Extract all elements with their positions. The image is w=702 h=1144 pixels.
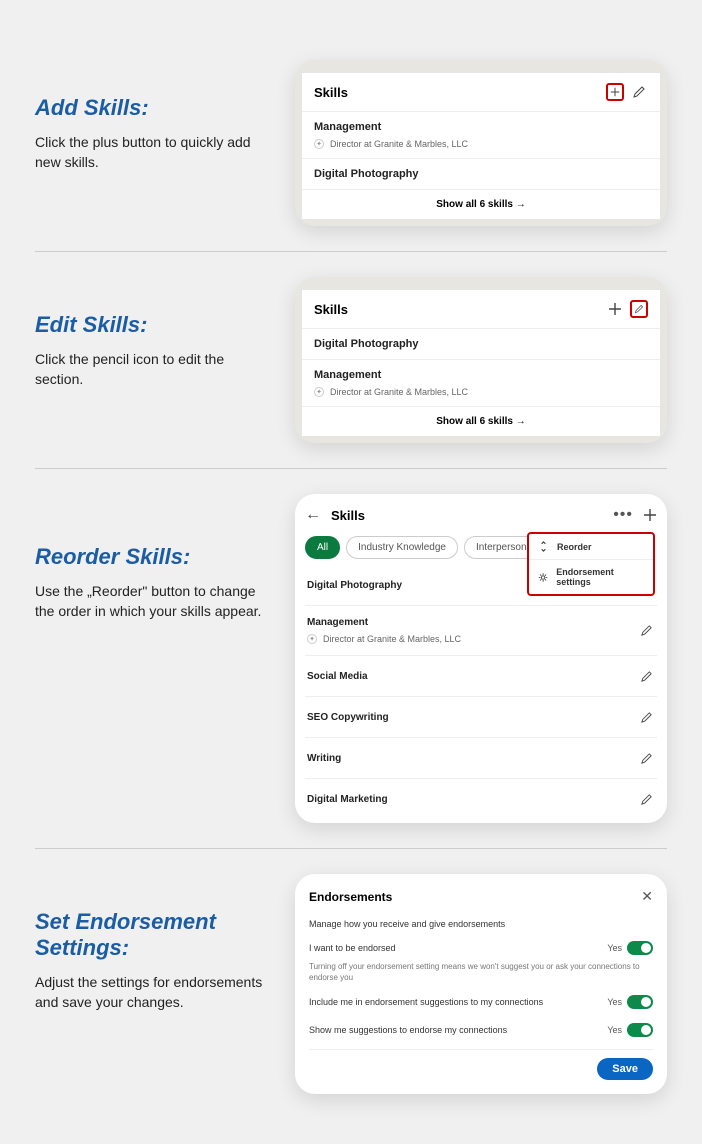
endorsements-card: Endorsements ✕ Manage how you receive an… xyxy=(295,874,667,1094)
skill-row: SEO Copywriting xyxy=(305,697,657,738)
filter-pill-all[interactable]: All xyxy=(305,536,340,559)
toggle-row: Show me suggestions to endorse my connec… xyxy=(309,1023,653,1037)
pencil-icon[interactable] xyxy=(637,708,655,726)
gear-icon xyxy=(538,572,548,583)
toggle-help: Turning off your endorsement setting mea… xyxy=(309,961,653,983)
plus-icon[interactable] xyxy=(606,83,624,101)
skill-name: Management xyxy=(307,617,637,628)
skill-name: Management xyxy=(314,121,648,133)
panel-title: Skills xyxy=(331,508,365,523)
toggle-value: Yes xyxy=(607,943,622,953)
toggle-switch[interactable] xyxy=(627,1023,653,1037)
panel-title: Skills xyxy=(314,302,348,317)
show-all-link[interactable]: Show all 6 skills → xyxy=(302,406,660,436)
pencil-icon[interactable] xyxy=(630,83,648,101)
skill-sub: Director at Granite & Marbles, LLC xyxy=(323,634,461,644)
skill-row: Digital Photography xyxy=(302,158,660,189)
panel-title: Endorsements xyxy=(309,890,392,904)
toggle-row: I want to be endorsed Yes xyxy=(309,941,653,955)
skill-name: Digital Photography xyxy=(314,338,648,350)
toggle-label: Include me in endorsement suggestions to… xyxy=(309,997,543,1007)
pencil-icon[interactable] xyxy=(637,749,655,767)
section-reorder-skills: Reorder Skills: Use the „Reorder" button… xyxy=(35,468,667,848)
skill-name: Writing xyxy=(307,753,637,764)
skills-card-edit: Skills Digital Photography xyxy=(295,277,667,443)
skill-row: Digital Photography xyxy=(302,328,660,359)
endorse-icon: ✦ xyxy=(314,387,324,397)
pencil-icon[interactable] xyxy=(637,667,655,685)
close-icon[interactable]: ✕ xyxy=(641,888,653,905)
skill-row: Writing xyxy=(305,738,657,779)
section-endorsement-settings: Set Endorsement Settings: Adjust the set… xyxy=(35,848,667,1119)
skill-row: Management ✦ Director at Granite & Marbl… xyxy=(302,359,660,406)
toggle-row: Include me in endorsement suggestions to… xyxy=(309,995,653,1009)
menu-label: Endorsement settings xyxy=(556,567,644,587)
filter-pill-industry[interactable]: Industry Knowledge xyxy=(346,536,458,559)
more-icon[interactable]: ••• xyxy=(613,506,633,524)
back-arrow-icon[interactable]: ← xyxy=(305,506,321,524)
skills-card-reorder: ← Skills ••• Reorder xyxy=(295,494,667,823)
body-edit: Click the pencil icon to edit the sectio… xyxy=(35,350,275,389)
skill-name: Digital Marketing xyxy=(307,794,637,805)
endorse-icon: ✦ xyxy=(307,634,317,644)
menu-item-reorder[interactable]: Reorder xyxy=(529,534,653,560)
menu-item-endorsement[interactable]: Endorsement settings xyxy=(529,560,653,594)
plus-icon[interactable] xyxy=(606,300,624,318)
heading-edit: Edit Skills: xyxy=(35,312,275,338)
menu-label: Reorder xyxy=(557,542,592,552)
pencil-icon[interactable] xyxy=(630,300,648,318)
heading-add: Add Skills: xyxy=(35,95,275,121)
skills-card-add: Skills Management ✦ xyxy=(295,60,667,226)
section-add-skills: Add Skills: Click the plus button to qui… xyxy=(35,35,667,251)
save-button[interactable]: Save xyxy=(597,1058,653,1080)
body-reorder: Use the „Reorder" button to change the o… xyxy=(35,582,275,621)
panel-title: Skills xyxy=(314,85,348,100)
body-endorse: Adjust the settings for endorsements and… xyxy=(35,973,275,1012)
endorse-desc: Manage how you receive and give endorsem… xyxy=(309,919,653,929)
body-add: Click the plus button to quickly add new… xyxy=(35,133,275,172)
reorder-icon xyxy=(538,541,549,552)
skill-name: Digital Photography xyxy=(314,168,648,180)
toggle-value: Yes xyxy=(607,1025,622,1035)
pencil-icon[interactable] xyxy=(637,622,655,640)
section-edit-skills: Edit Skills: Click the pencil icon to ed… xyxy=(35,251,667,468)
skill-row: Digital Marketing xyxy=(305,779,657,819)
show-all-link[interactable]: Show all 6 skills → xyxy=(302,189,660,219)
toggle-switch[interactable] xyxy=(627,941,653,955)
endorse-icon: ✦ xyxy=(314,139,324,149)
toggle-value: Yes xyxy=(607,997,622,1007)
pencil-icon[interactable] xyxy=(637,790,655,808)
skill-sub: Director at Granite & Marbles, LLC xyxy=(330,139,468,149)
skill-name: SEO Copywriting xyxy=(307,712,637,723)
toggle-switch[interactable] xyxy=(627,995,653,1009)
toggle-label: I want to be endorsed xyxy=(309,943,396,953)
skill-sub: Director at Granite & Marbles, LLC xyxy=(330,387,468,397)
plus-icon[interactable] xyxy=(643,508,657,522)
heading-reorder: Reorder Skills: xyxy=(35,544,275,570)
heading-endorse: Set Endorsement Settings: xyxy=(35,909,275,961)
skill-row: Management ✦ Director at Granite & Marbl… xyxy=(302,111,660,158)
skill-name: Management xyxy=(314,369,648,381)
skill-name: Social Media xyxy=(307,671,637,682)
toggle-label: Show me suggestions to endorse my connec… xyxy=(309,1025,507,1035)
skill-row: Management ✦ Director at Granite & Marble… xyxy=(305,606,657,656)
overflow-menu: Reorder Endorsement settings xyxy=(527,532,655,596)
skill-row: Social Media xyxy=(305,656,657,697)
